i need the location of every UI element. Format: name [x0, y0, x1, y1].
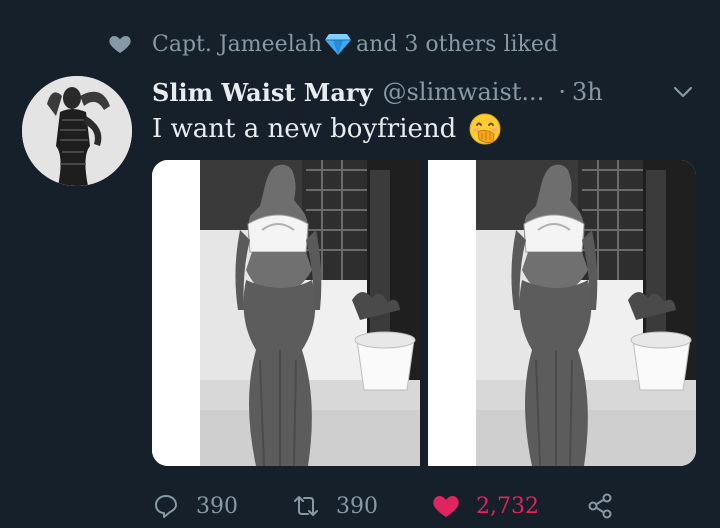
heart-icon	[109, 36, 131, 53]
share-icon	[588, 493, 612, 519]
reply-count: 390	[196, 493, 238, 519]
separator-dot: ·	[558, 78, 566, 106]
retweet-button[interactable]: 390	[292, 492, 432, 520]
reply-icon	[155, 495, 177, 518]
face-with-hand-over-mouth-icon	[469, 113, 501, 145]
reply-button[interactable]: 390	[152, 492, 292, 520]
tweet-actions: 390 390 2,732	[152, 486, 614, 526]
liker-name: Capt. Jameelah	[152, 31, 323, 57]
avatar-photo	[22, 76, 132, 186]
like-button[interactable]: 2,732	[432, 492, 586, 520]
avatar[interactable]	[22, 76, 132, 186]
timestamp[interactable]: 3h	[572, 78, 603, 106]
retweet-count: 390	[336, 493, 378, 519]
display-name[interactable]: Slim Waist Mary	[152, 78, 373, 107]
media-photo-2[interactable]	[428, 160, 696, 466]
social-context[interactable]: Capt. Jameelah and 3 others liked	[108, 28, 558, 60]
photo-woman-back-1	[152, 160, 420, 466]
chevron-down-icon[interactable]	[669, 78, 697, 106]
photo-woman-back-2	[428, 160, 696, 466]
liked-suffix: and 3 others liked	[356, 31, 558, 57]
gem-emoji-icon	[325, 34, 352, 55]
heart-filled-icon	[433, 496, 459, 517]
media-grid	[152, 160, 696, 466]
tweet-text: I want a new boyfriend	[152, 112, 502, 146]
share-button[interactable]	[586, 492, 614, 520]
tweet-body: I want a new boyfriend	[152, 114, 457, 144]
media-photo-1[interactable]	[152, 160, 420, 466]
retweet-icon	[294, 496, 318, 516]
like-count: 2,732	[476, 493, 539, 519]
tweet-header: Slim Waist Mary @slimwaist... · 3h	[152, 74, 697, 110]
handle[interactable]: @slimwaist...	[383, 78, 545, 106]
